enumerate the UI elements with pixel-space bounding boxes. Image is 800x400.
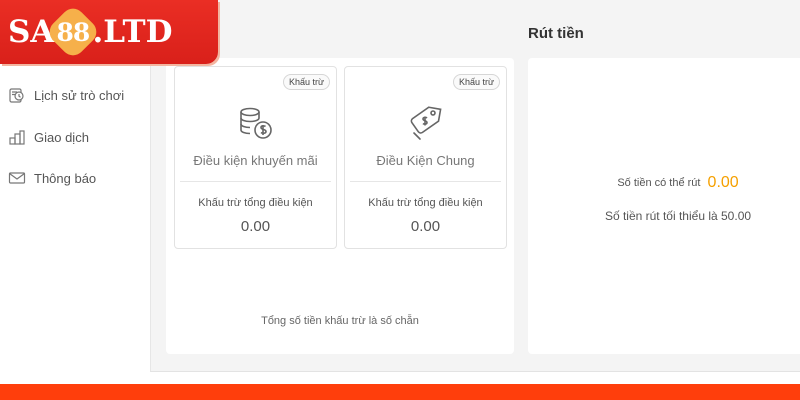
withdraw-section-title: Rút tiền <box>528 25 584 42</box>
brand-logo[interactable]: SA 88 .LTD <box>0 0 218 64</box>
total-deduction-note: Tổng số tiền khấu trừ là số chẵn <box>261 315 419 327</box>
card-subtitle: Khấu trừ tổng điều kiện <box>198 197 313 209</box>
available-label: Số tiền có thể rút <box>617 177 701 189</box>
bottom-bar <box>0 384 800 400</box>
sidebar-item-transactions[interactable]: Giao dịch <box>8 126 89 148</box>
minimum-withdraw-text: Số tiền rút tối thiểu là 50.00 <box>604 209 752 223</box>
sidebar-item-label: Thông báo <box>34 170 97 186</box>
logo-suffix: .LTD <box>92 14 173 50</box>
sidebar-item-label: Giao dịch <box>34 129 89 145</box>
general-condition-card[interactable]: Khấu trừ Điều Kiện Chung Khấu trừ tổng đ… <box>344 66 507 249</box>
logo-prefix: SA <box>8 14 55 50</box>
card-title: Điều Kiện Chung <box>376 153 475 168</box>
card-subtitle: Khấu trừ tổng điều kiện <box>368 197 483 209</box>
card-divider <box>350 181 501 182</box>
withdraw-panel <box>528 58 800 354</box>
available-amount: 0.00 <box>707 174 739 191</box>
game-history-icon <box>8 86 26 104</box>
card-divider <box>180 181 331 182</box>
price-tag-icon <box>406 103 446 143</box>
sidebar-item-label: Lịch sử trò chơi <box>34 87 125 103</box>
card-value: 0.00 <box>410 218 441 235</box>
deduct-badge[interactable]: Khấu trừ <box>282 74 330 90</box>
sidebar-item-notifications[interactable]: Thông báo <box>8 167 96 189</box>
card-title: Điều kiện khuyến mãi <box>193 153 318 168</box>
card-value: 0.00 <box>240 218 271 235</box>
available-withdraw: Số tiền có thể rút 0.00 <box>528 174 800 192</box>
deduct-badge[interactable]: Khấu trừ <box>452 74 500 90</box>
promotion-condition-card[interactable]: Khấu trừ Điều kiện khuyến mãi Khấu trừ t… <box>174 66 337 249</box>
logo-text: SA 88 .LTD <box>8 3 173 61</box>
coins-dollar-icon <box>236 103 276 143</box>
logo-number: 88 <box>57 17 90 47</box>
coins-icon <box>8 128 26 146</box>
envelope-icon <box>8 169 26 187</box>
logo-diamond: 88 <box>45 3 102 61</box>
sidebar-item-game-history[interactable]: Lịch sử trò chơi <box>8 84 124 106</box>
